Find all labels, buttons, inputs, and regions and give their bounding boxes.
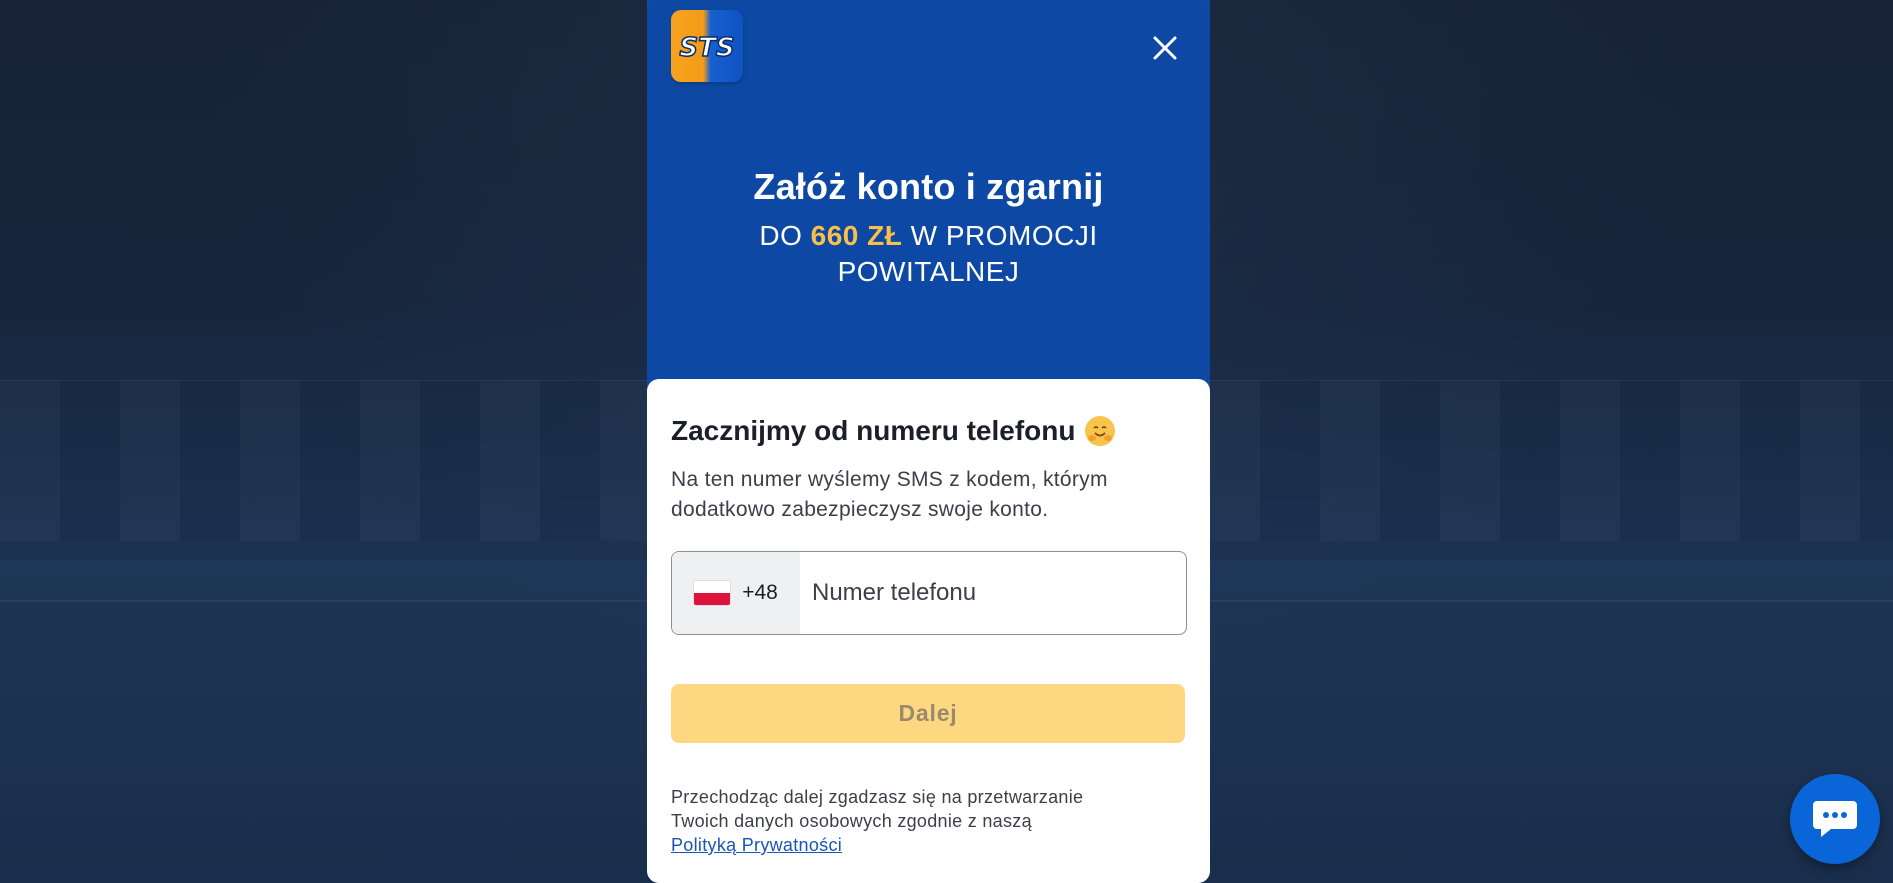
hero-title: Załóż konto i zgarnij — [753, 166, 1104, 207]
phone-input-group: +48 — [671, 551, 1187, 635]
privacy-consent: Przechodząc dalej zgadzasz się na przetw… — [671, 785, 1171, 857]
promo-hero: Załóż konto i zgarnij DO 660 ZŁ W PROMOC… — [647, 166, 1210, 290]
privacy-policy-link[interactable]: Polityką Prywatności — [671, 835, 842, 855]
promo-suffix-line2: POWITALNEJ — [837, 256, 1020, 287]
form-heading-text: Zacznijmy od numeru telefonu — [671, 415, 1076, 446]
phone-number-input[interactable] — [800, 552, 1186, 634]
form-heading: Zacznijmy od numeru telefonu — [671, 415, 1116, 447]
consent-text-line1: Przechodząc dalej zgadzasz się na przetw… — [671, 787, 1084, 807]
hugging-face-emoji-icon — [1085, 416, 1116, 446]
consent-text-line2: Twoich danych osobowych zgodnie z naszą — [671, 811, 1032, 831]
form-description: Na ten numer wyślemy SMS z kodem, którym… — [671, 468, 1108, 521]
chat-button[interactable] — [1790, 774, 1880, 864]
promo-prefix: DO — [759, 220, 803, 251]
promo-suffix-line1: W PROMOCJI — [910, 220, 1098, 251]
promo-amount: 660 ZŁ — [810, 220, 903, 251]
sts-logo: STS — [671, 10, 743, 82]
modal-header: STS Załóż konto i zgarnij DO 660 ZŁ W PR… — [647, 0, 1210, 382]
dial-code: +48 — [742, 581, 778, 604]
promo-text: DO 660 ZŁ W PROMOCJI POWITALNEJ — [647, 218, 1210, 290]
close-icon — [1153, 36, 1177, 60]
chat-bubble-icon — [1813, 801, 1857, 837]
close-button[interactable] — [1147, 30, 1183, 66]
phone-form-card: Zacznijmy od numeru telefonu Na ten nume… — [647, 379, 1210, 883]
poland-flag-icon — [694, 581, 731, 605]
registration-modal: STS Załóż konto i zgarnij DO 660 ZŁ W PR… — [647, 0, 1210, 883]
sts-logo-icon: STS — [679, 32, 736, 64]
next-button[interactable]: Dalej — [671, 684, 1185, 743]
country-code-selector[interactable]: +48 — [672, 552, 800, 634]
sts-logo-text: STS — [679, 33, 734, 63]
